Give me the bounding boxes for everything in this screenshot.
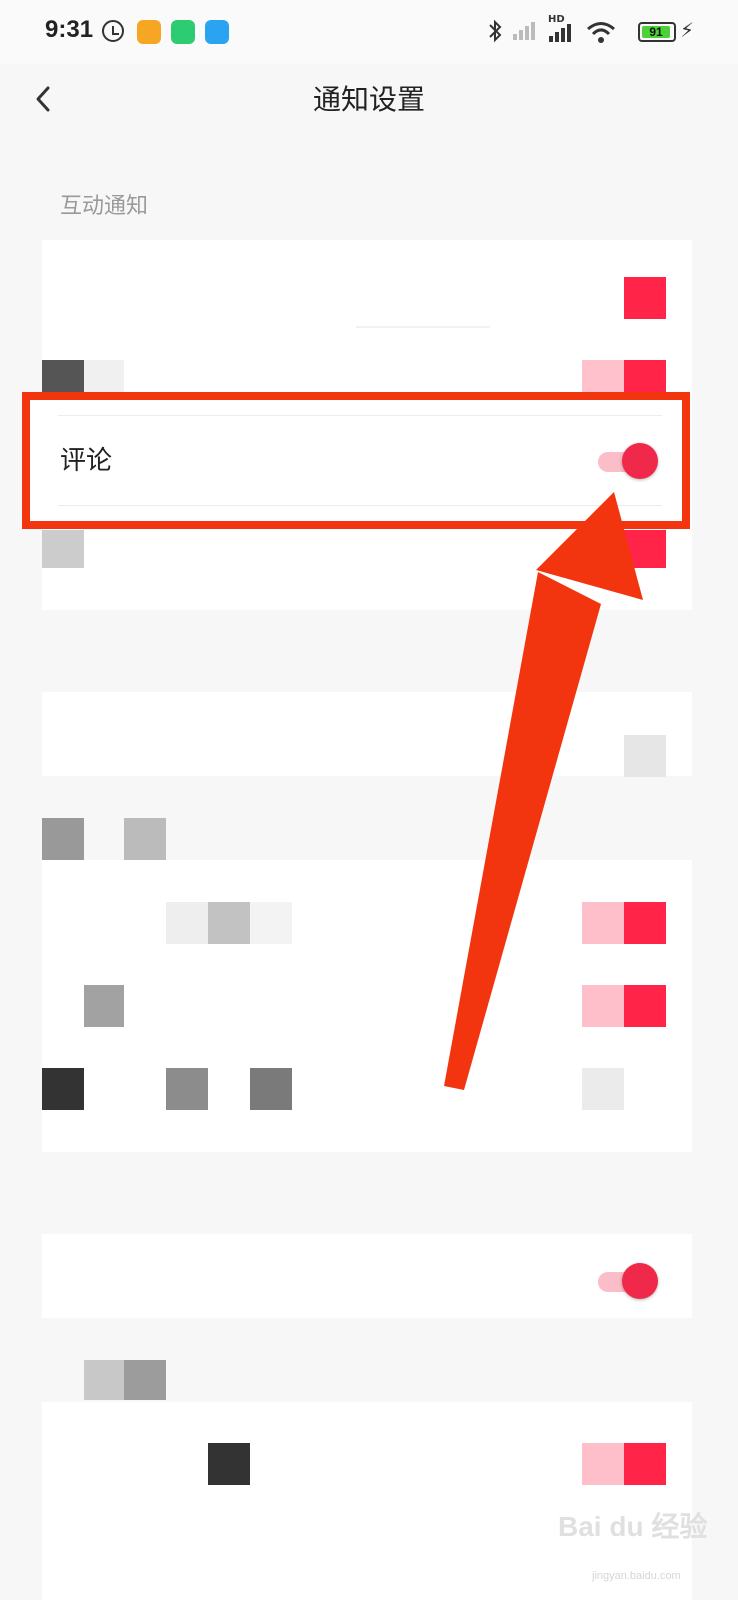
pixelated-label (42, 1068, 84, 1110)
pixelated-label (84, 360, 124, 392)
bluetooth-icon (486, 18, 504, 49)
pixelated-label (166, 1068, 208, 1110)
pixelated-section-title (124, 1360, 166, 1400)
pixelated-toggle[interactable] (624, 735, 666, 777)
app-notification-icon (137, 20, 161, 44)
row-divider (58, 505, 662, 506)
alarm-icon (102, 20, 124, 42)
watermark-url: jingyan.baidu.com (592, 1570, 681, 1582)
pixelated-label (250, 902, 292, 944)
battery-icon: 91 (638, 22, 676, 42)
signal-hd-icon (548, 22, 576, 49)
pixelated-divider (356, 326, 490, 328)
pixelated-label (42, 530, 84, 568)
page-title: 通知设置 (312, 83, 425, 116)
app-header: 通知设置 (0, 64, 738, 134)
security-app-icon (171, 20, 195, 44)
cloud-app-icon (205, 20, 229, 44)
pixelated-toggle[interactable] (582, 902, 624, 944)
pixelated-toggle[interactable] (582, 1068, 624, 1110)
status-bar: 9:31 HD 91 ⚡ (0, 0, 738, 64)
pixelated-toggle[interactable] (624, 277, 666, 319)
notification-card (42, 1234, 692, 1318)
pixelated-section-title (84, 1360, 124, 1400)
highlight-box (22, 392, 690, 529)
pixelated-label (84, 985, 124, 1027)
pixelated-toggle[interactable] (624, 985, 666, 1027)
pixelated-toggle[interactable] (582, 1443, 624, 1485)
wifi-icon (586, 20, 616, 49)
pixelated-toggle[interactable] (624, 530, 666, 568)
pixelated-label (166, 902, 208, 944)
row-divider (58, 415, 662, 416)
pixelated-toggle[interactable] (582, 360, 624, 392)
toggle-knob (622, 1263, 658, 1299)
comment-toggle[interactable] (598, 443, 660, 479)
toggle-knob (622, 443, 658, 479)
signal-icon (512, 18, 540, 47)
pixelated-toggle[interactable] (582, 985, 624, 1027)
section-title-interaction: 互动通知 (60, 194, 149, 219)
pixelated-label (208, 1443, 250, 1485)
comment-label: 评论 (60, 446, 113, 476)
watermark-logo: Bai du 经验 (558, 1511, 708, 1542)
pixelated-section-title (124, 818, 166, 860)
pixelated-label (42, 360, 84, 392)
charging-icon: ⚡ (680, 18, 695, 42)
pixelated-toggle[interactable] (624, 1443, 666, 1485)
notification-toggle[interactable] (598, 1263, 660, 1299)
pixelated-label (208, 902, 250, 944)
battery-level: 91 (649, 25, 663, 39)
pixelated-section-title (42, 818, 84, 860)
notification-card (42, 692, 692, 776)
status-time: 9:31 (45, 16, 94, 43)
pixelated-label (250, 1068, 292, 1110)
pixelated-toggle[interactable] (624, 902, 666, 944)
pixelated-toggle[interactable] (624, 360, 666, 392)
